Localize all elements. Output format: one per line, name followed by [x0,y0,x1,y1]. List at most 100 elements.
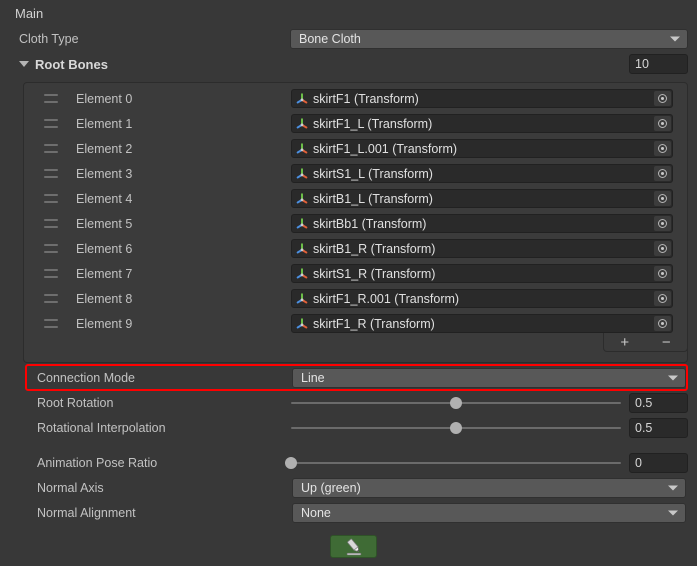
object-picker-icon[interactable] [654,316,671,331]
rotational-interpolation-slider[interactable] [291,418,621,438]
drag-handle-icon[interactable] [44,194,58,203]
element-index-label: Element 6 [76,241,133,256]
inspector-panel: Main Cloth Type Bone Cloth Root Bones 10… [0,0,697,566]
remove-element-button[interactable]: − [662,335,671,350]
rotational-interpolation-field[interactable]: 0.5 [629,418,688,438]
section-title: Main [15,6,44,21]
object-field[interactable]: skirtB1_R (Transform) [291,239,673,258]
normal-axis-dropdown[interactable]: Up (green) [292,478,686,498]
transform-gizmo-icon [296,242,308,253]
list-item[interactable]: Element 5 skirtBb1 (Transform) [24,211,689,236]
object-field-value: skirtF1_L.001 (Transform) [313,141,458,156]
slider-track [291,462,621,464]
object-field[interactable]: skirtF1_R.001 (Transform) [291,289,673,308]
transform-gizmo-icon [296,167,308,178]
normal-alignment-dropdown[interactable]: None [292,503,686,523]
normal-axis-value: Up (green) [301,481,361,495]
root-bones-foldout[interactable]: Root Bones [19,57,108,72]
object-field[interactable]: skirtB1_L (Transform) [291,189,673,208]
root-bones-list: Element 0 skirtF1 (Transform) Element 1 ski… [23,82,688,363]
normal-alignment-row: Normal Alignment None [0,502,697,524]
object-field-value: skirtS1_L (Transform) [313,166,433,181]
cloth-type-dropdown[interactable]: Bone Cloth [290,29,688,49]
drag-handle-icon[interactable] [44,269,58,278]
list-item[interactable]: Element 1 skirtF1_L (Transform) [24,111,689,136]
object-field[interactable]: skirtBb1 (Transform) [291,214,673,233]
drag-handle-icon[interactable] [44,144,58,153]
object-picker-icon[interactable] [654,141,671,156]
object-picker-icon[interactable] [654,241,671,256]
element-index-label: Element 0 [76,91,133,106]
root-bones-size-value: 10 [635,57,649,71]
root-bones-foldout-row: Root Bones 10 [0,53,697,75]
list-item[interactable]: Element 0 skirtF1 (Transform) [24,86,689,111]
object-field-value: skirtF1_L (Transform) [313,116,433,131]
object-field-value: skirtBb1 (Transform) [313,216,427,231]
drag-handle-icon[interactable] [44,119,58,128]
list-item[interactable]: Element 9 skirtF1_R (Transform) [24,311,689,336]
list-footer: + − [603,333,688,352]
edit-mode-button[interactable] [330,535,377,558]
drag-handle-icon[interactable] [44,94,58,103]
slider-knob[interactable] [285,457,297,469]
animation-pose-ratio-field[interactable]: 0 [629,453,688,473]
object-field[interactable]: skirtF1 (Transform) [291,89,673,108]
object-field-value: skirtS1_R (Transform) [313,266,436,281]
normal-alignment-value: None [301,506,331,520]
transform-gizmo-icon [296,117,308,128]
transform-gizmo-icon [296,317,308,328]
object-picker-icon[interactable] [654,116,671,131]
pencil-icon [346,538,361,555]
transform-gizmo-icon [296,292,308,303]
object-field-value: skirtF1_R (Transform) [313,316,435,331]
object-picker-icon[interactable] [654,166,671,181]
root-rotation-field[interactable]: 0.5 [629,393,688,413]
element-index-label: Element 7 [76,266,133,281]
object-field-value: skirtF1 (Transform) [313,91,419,106]
list-item[interactable]: Element 7 skirtS1_R (Transform) [24,261,689,286]
object-field[interactable]: skirtS1_L (Transform) [291,164,673,183]
list-item[interactable]: Element 6 skirtB1_R (Transform) [24,236,689,261]
connection-mode-row: Connection Mode Line [0,367,697,389]
element-index-label: Element 4 [76,191,133,206]
rotational-interpolation-label: Rotational Interpolation [37,421,166,435]
list-item[interactable]: Element 4 skirtB1_L (Transform) [24,186,689,211]
normal-axis-row: Normal Axis Up (green) [0,477,697,499]
object-picker-icon[interactable] [654,266,671,281]
add-element-button[interactable]: + [620,335,629,350]
slider-knob[interactable] [450,397,462,409]
animation-pose-ratio-value: 0 [635,456,642,470]
object-field[interactable]: skirtF1_L (Transform) [291,114,673,133]
object-field[interactable]: skirtF1_R (Transform) [291,314,673,333]
element-index-label: Element 5 [76,216,133,231]
list-item[interactable]: Element 2 skirtF1_L.001 (Transform) [24,136,689,161]
object-picker-icon[interactable] [654,291,671,306]
element-index-label: Element 9 [76,316,133,331]
root-bones-size-field[interactable]: 10 [629,54,688,74]
element-index-label: Element 2 [76,141,133,156]
object-picker-icon[interactable] [654,91,671,106]
cloth-type-value: Bone Cloth [299,32,361,46]
drag-handle-icon[interactable] [44,319,58,328]
object-field[interactable]: skirtS1_R (Transform) [291,264,673,283]
element-index-label: Element 8 [76,291,133,306]
root-rotation-slider[interactable] [291,393,621,413]
drag-handle-icon[interactable] [44,294,58,303]
drag-handle-icon[interactable] [44,244,58,253]
slider-knob[interactable] [450,422,462,434]
drag-handle-icon[interactable] [44,219,58,228]
connection-mode-dropdown[interactable]: Line [292,368,686,388]
drag-handle-icon[interactable] [44,169,58,178]
transform-gizmo-icon [296,267,308,278]
list-item[interactable]: Element 8 skirtF1_R.001 (Transform) [24,286,689,311]
cloth-type-label: Cloth Type [19,32,79,46]
list-item[interactable]: Element 3 skirtS1_L (Transform) [24,161,689,186]
object-field-value: skirtF1_R.001 (Transform) [313,291,460,306]
chevron-down-icon [668,375,678,381]
object-picker-icon[interactable] [654,216,671,231]
element-index-label: Element 1 [76,116,133,131]
chevron-down-icon [670,36,680,42]
object-picker-icon[interactable] [654,191,671,206]
animation-pose-ratio-slider[interactable] [285,453,621,473]
object-field[interactable]: skirtF1_L.001 (Transform) [291,139,673,158]
